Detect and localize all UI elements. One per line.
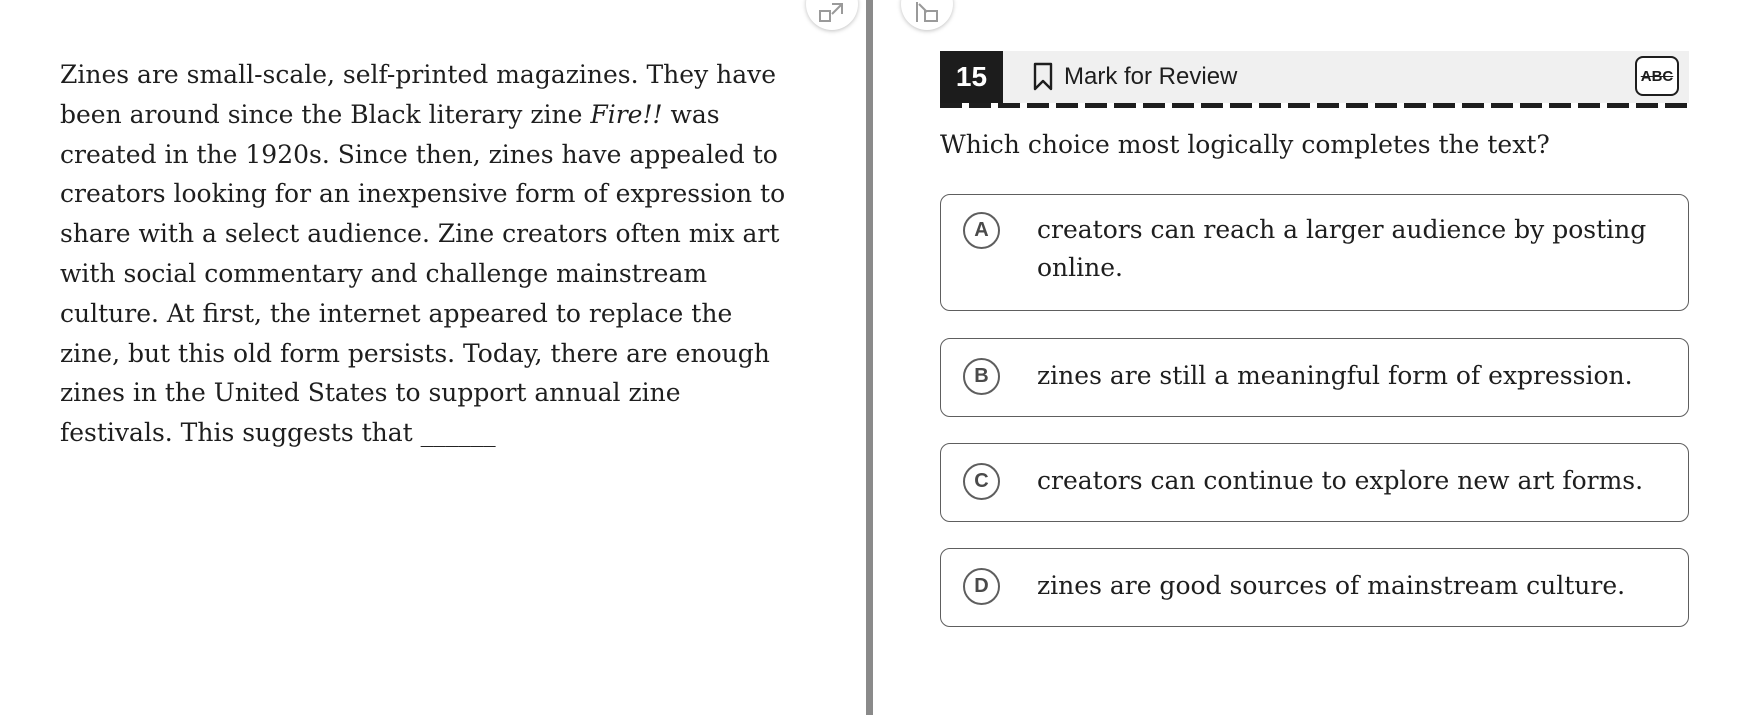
question-prompt: Which choice most logically completes th… <box>940 130 1550 159</box>
answer-choice-c[interactable]: C creators can continue to explore new a… <box>940 443 1689 522</box>
choice-letter-c: C <box>963 463 1000 500</box>
passage-blank: ______ <box>420 418 496 448</box>
mark-for-review-label: Mark for Review <box>1064 63 1238 90</box>
test-page: Zines are small-scale, self-printed maga… <box>0 0 1740 715</box>
passage-text-after: was created in the 1920s. Since then, zi… <box>60 99 786 448</box>
choice-text-a: creators can reach a larger audience by … <box>1037 215 1647 282</box>
passage-italic-title: Fire!! <box>590 99 663 129</box>
header-divider <box>940 103 1689 108</box>
bookmark-icon <box>1033 62 1053 91</box>
question-number: 15 <box>940 51 1003 103</box>
answer-choice-d[interactable]: D zines are good sources of mainstream c… <box>940 548 1689 627</box>
answer-eliminator-button[interactable]: ABC <box>1635 56 1679 96</box>
question-header: 15 Mark for Review ABC <box>940 51 1689 103</box>
pane-divider[interactable] <box>866 0 873 715</box>
collapse-icon <box>916 2 938 22</box>
answer-choice-a[interactable]: A creators can reach a larger audience b… <box>940 194 1689 311</box>
eliminator-label: ABC <box>1640 67 1674 85</box>
passage-text: Zines are small-scale, self-printed maga… <box>60 55 795 453</box>
choice-text-d: zines are good sources of mainstream cul… <box>1037 571 1626 600</box>
choice-letter-b: B <box>963 358 1000 395</box>
expand-icon <box>819 3 843 22</box>
mark-for-review-button[interactable]: Mark for Review <box>1032 51 1237 103</box>
choice-text-c: creators can continue to explore new art… <box>1037 466 1644 495</box>
choice-letter-d: D <box>963 568 1000 605</box>
choice-letter-a: A <box>963 212 1000 249</box>
answer-choice-b[interactable]: B zines are still a meaningful form of e… <box>940 338 1689 417</box>
passage-pane: Zines are small-scale, self-printed maga… <box>60 55 795 453</box>
choice-text-b: zines are still a meaningful form of exp… <box>1037 361 1633 390</box>
expand-passage-button[interactable] <box>806 0 858 30</box>
expand-question-button[interactable] <box>901 0 953 30</box>
